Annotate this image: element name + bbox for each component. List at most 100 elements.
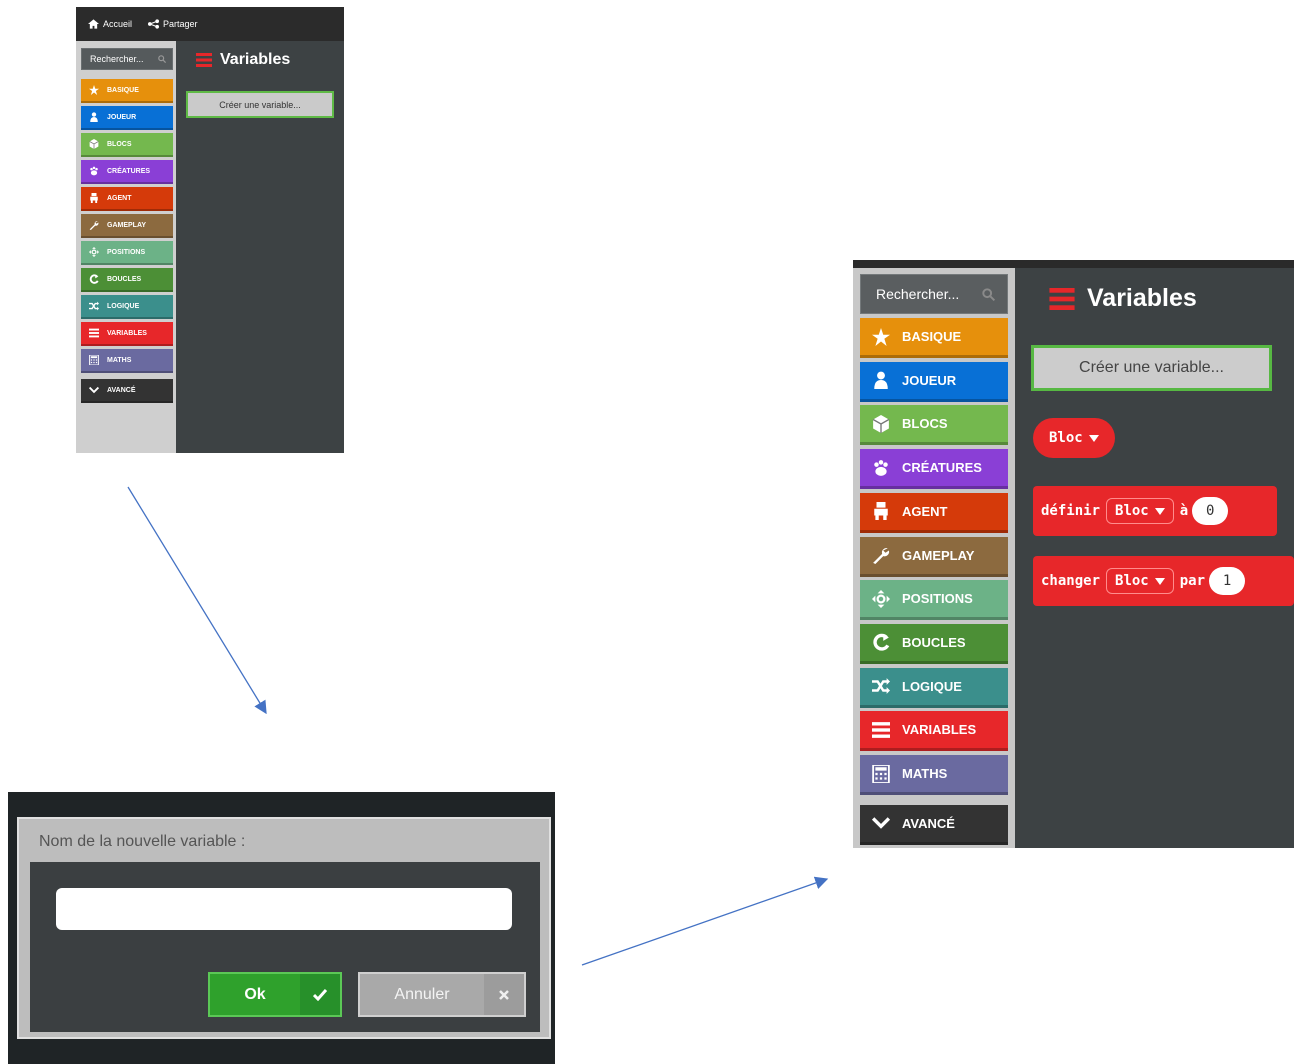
sidebar-item-label: VARIABLES xyxy=(107,329,147,337)
set-variable-dropdown[interactable]: Bloc xyxy=(1106,498,1174,524)
sidebar-item-label: LOGIQUE xyxy=(902,678,962,694)
cube-icon xyxy=(89,139,99,149)
list-icon xyxy=(872,721,890,738)
cancel-button[interactable]: Annuler xyxy=(358,972,526,1017)
sidebar-item-joueur[interactable]: JOUEUR xyxy=(81,106,173,130)
sidebar-item-label: AGENT xyxy=(107,194,132,202)
dialog-body: Ok Annuler xyxy=(30,862,540,1032)
sidebar-item-boucles[interactable]: BOUCLES xyxy=(81,268,173,292)
list-icon xyxy=(196,53,212,67)
arrow-to-result xyxy=(581,876,829,966)
sidebar-item-label: AGENT xyxy=(902,503,948,519)
sidebar-item-logique[interactable]: LOGIQUE xyxy=(81,295,173,319)
share-label: Partager xyxy=(163,19,198,29)
change-keyword: changer xyxy=(1041,573,1101,589)
chevron-down-icon xyxy=(872,817,890,829)
share-icon xyxy=(148,19,160,29)
sidebar-item-creatures[interactable]: CRÉATURES xyxy=(81,160,173,184)
sidebar-item-agent[interactable]: AGENT xyxy=(81,187,173,211)
wrench-icon xyxy=(89,221,99,230)
change-by-keyword: par xyxy=(1179,573,1206,589)
arrow-to-dialog xyxy=(127,486,267,715)
flyout-title: Variables xyxy=(196,51,290,69)
shuffle-icon xyxy=(872,678,890,694)
share-button[interactable]: Partager xyxy=(148,19,198,29)
change-value-input[interactable]: 1 xyxy=(1209,567,1246,595)
change-variable-dropdown[interactable]: Bloc xyxy=(1106,568,1174,594)
toolbox-sidebar: Rechercher... BASIQUE JOUEUR BLOCS CRÉATURE… xyxy=(76,41,176,453)
sidebar-item-maths[interactable]: MATHS xyxy=(860,755,1008,795)
set-variable-block[interactable]: définir Bloc à 0 xyxy=(1033,486,1277,536)
list-icon xyxy=(89,328,99,338)
top-bar xyxy=(853,260,1294,268)
set-to-keyword: à xyxy=(1179,503,1189,519)
check-icon xyxy=(300,974,340,1015)
home-button[interactable]: Accueil xyxy=(88,19,132,29)
sidebar-item-basique[interactable]: BASIQUE xyxy=(81,79,173,103)
editor-screenshot-small: Accueil Partager Rechercher... BASIQUE JO… xyxy=(76,7,344,453)
create-variable-button[interactable]: Créer une variable... xyxy=(186,91,334,118)
sidebar-item-boucles[interactable]: BOUCLES xyxy=(860,623,1008,664)
variable-getter-block[interactable]: Bloc xyxy=(1033,418,1115,458)
editor-screenshot-large: Rechercher... BASIQUE JOUEUR BLOCS CRÉATURE… xyxy=(853,260,1294,848)
sidebar-item-agent[interactable]: AGENT xyxy=(860,492,1008,533)
calculator-icon xyxy=(872,764,890,783)
sidebar-item-variables[interactable]: VARIABLES xyxy=(81,322,173,346)
chevron-down-icon xyxy=(89,386,99,394)
sidebar-item-label: BLOCS xyxy=(107,140,132,148)
flyout-title: Variables xyxy=(1049,284,1197,313)
create-variable-button[interactable]: Créer une variable... xyxy=(1031,345,1272,391)
list-icon xyxy=(1049,287,1075,310)
loop-icon xyxy=(89,274,99,284)
new-variable-dialog: Nom de la nouvelle variable : Ok Annuler xyxy=(17,817,551,1039)
star-icon xyxy=(89,85,99,95)
set-value-input[interactable]: 0 xyxy=(1192,497,1229,525)
search-icon xyxy=(982,287,995,301)
close-icon xyxy=(484,974,524,1015)
sidebar-item-positions[interactable]: POSITIONS xyxy=(860,580,1008,621)
search-placeholder: Rechercher... xyxy=(90,54,144,64)
sidebar-item-logique[interactable]: LOGIQUE xyxy=(860,667,1008,708)
change-variable-block[interactable]: changer Bloc par 1 xyxy=(1033,556,1294,606)
search-input[interactable]: Rechercher... xyxy=(860,274,1008,314)
sidebar-item-blocs[interactable]: BLOCS xyxy=(860,405,1008,446)
flyout-title-text: Variables xyxy=(1087,284,1197,312)
sidebar-item-positions[interactable]: POSITIONS xyxy=(81,241,173,265)
search-icon xyxy=(158,55,166,63)
sidebar-item-label: AVANCÉ xyxy=(107,386,136,394)
home-icon xyxy=(88,19,99,29)
new-variable-dialog-screenshot: Nom de la nouvelle variable : Ok Annuler xyxy=(8,792,555,1064)
move-icon xyxy=(872,589,890,608)
calculator-icon xyxy=(89,355,99,365)
sidebar-item-label: CRÉATURES xyxy=(902,460,982,476)
sidebar-item-label: JOUEUR xyxy=(902,372,957,388)
search-input[interactable]: Rechercher... xyxy=(81,48,173,70)
sidebar-item-label: AVANCÉ xyxy=(902,815,955,831)
sidebar-item-creatures[interactable]: CRÉATURES xyxy=(860,449,1008,490)
sidebar-item-label: BASIQUE xyxy=(902,329,962,344)
sidebar-item-joueur[interactable]: JOUEUR xyxy=(860,361,1008,402)
sidebar-item-variables[interactable]: VARIABLES xyxy=(860,711,1008,752)
cancel-label: Annuler xyxy=(394,985,450,1003)
sidebar-item-label: GAMEPLAY xyxy=(902,547,975,563)
agent-icon xyxy=(874,502,888,521)
sidebar-item-label: BLOCS xyxy=(902,416,948,432)
sidebar-item-avance[interactable]: AVANCÉ xyxy=(81,379,173,403)
ok-button[interactable]: Ok xyxy=(208,972,342,1017)
search-placeholder: Rechercher... xyxy=(876,286,960,302)
cube-icon xyxy=(872,414,890,433)
sidebar-item-blocs[interactable]: BLOCS xyxy=(81,133,173,157)
star-icon xyxy=(872,327,890,346)
sidebar-item-label: GAMEPLAY xyxy=(107,221,147,229)
paw-icon xyxy=(90,166,98,176)
sidebar-item-basique[interactable]: BASIQUE xyxy=(860,318,1008,358)
sidebar-item-gameplay[interactable]: GAMEPLAY xyxy=(81,214,173,238)
variable-name-input[interactable] xyxy=(56,888,512,930)
agent-icon xyxy=(90,193,98,203)
set-variable-name: Bloc xyxy=(1115,503,1149,519)
sidebar-item-maths[interactable]: MATHS xyxy=(81,349,173,373)
sidebar-item-avance[interactable]: AVANCÉ xyxy=(860,804,1008,845)
sidebar-item-label: MATHS xyxy=(902,766,948,781)
sidebar-item-gameplay[interactable]: GAMEPLAY xyxy=(860,536,1008,577)
sidebar-item-label: CRÉATURES xyxy=(107,167,151,175)
